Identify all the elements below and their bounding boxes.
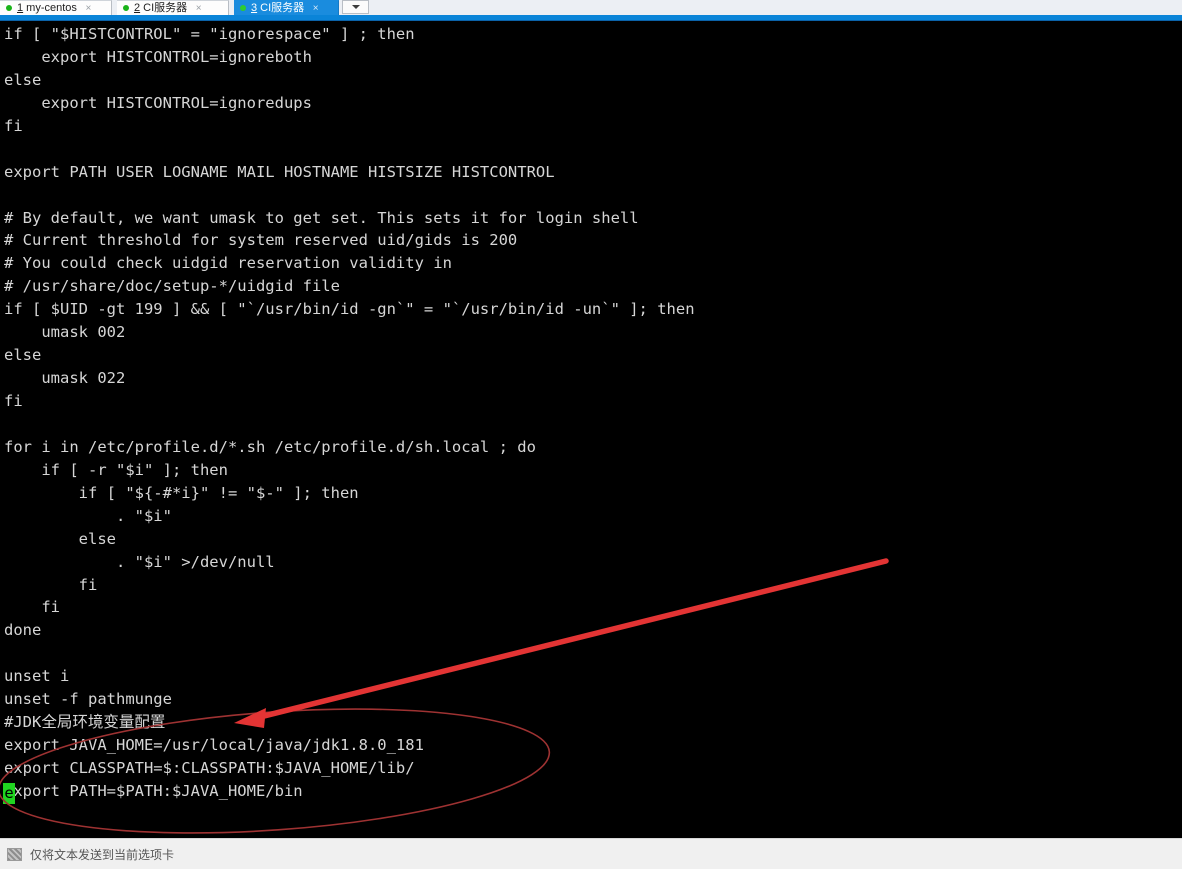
terminal-line: . "$i"	[4, 506, 172, 525]
tab-status-dot-icon	[123, 5, 129, 11]
terminal-line: # /usr/share/doc/setup-*/uidgid file	[4, 277, 340, 296]
status-bar: 仅将文本发送到当前选项卡	[0, 838, 1182, 869]
terminal-line: # By default, we want umask to get set. …	[4, 208, 639, 227]
terminal-line: export HISTCONTROL=ignoredups	[4, 93, 312, 112]
tab-title: CI服务器	[257, 1, 305, 14]
terminal-line: else	[4, 70, 42, 89]
tab-ci-server-2[interactable]: 2 CI服务器 ×	[117, 0, 229, 15]
terminal-output-pane[interactable]: if [ "$HISTCONTROL" = "ignorespace" ] ; …	[0, 21, 1182, 838]
terminal-line: export CLASSPATH=$:CLASSPATH:$JAVA_HOME/…	[4, 759, 415, 777]
terminal-cursor-char: e	[4, 784, 14, 802]
tab-ci-server-3[interactable]: 3 CI服务器 ×	[234, 0, 339, 15]
terminal-line: # You could check uidgid reservation val…	[4, 254, 452, 273]
terminal-line: if [ $UID -gt 199 ] && [ "`/usr/bin/id -…	[4, 300, 695, 319]
terminal-line: #JDK全局环境变量配置	[4, 713, 166, 732]
terminal-line: for i in /etc/profile.d/*.sh /etc/profil…	[4, 437, 536, 456]
send-to-tab-icon	[7, 847, 22, 861]
terminal-line: if [ "${-#*i}" != "$-" ]; then	[4, 483, 359, 502]
tab-close-icon[interactable]: ×	[84, 3, 93, 14]
tab-label: 2 CI服务器	[134, 1, 188, 14]
caret-down-icon	[351, 5, 360, 9]
tab-bar: 1 my-centos × 2 CI服务器 × 3 CI服务器 ×	[0, 0, 1182, 15]
terminal-line: umask 022	[4, 369, 126, 388]
tab-bar-empty-area	[369, 0, 1182, 15]
tab-close-icon[interactable]: ×	[194, 3, 203, 14]
tab-label: 3 CI服务器	[251, 1, 305, 14]
terminal-line: if [ "$HISTCONTROL" = "ignorespace" ] ; …	[4, 25, 415, 43]
terminal-text-block: if [ "$HISTCONTROL" = "ignorespace" ] ; …	[0, 21, 1182, 804]
tab-label: 1 my-centos	[17, 1, 77, 14]
tab-close-icon[interactable]: ×	[311, 3, 320, 14]
terminal-line: unset -f pathmunge	[4, 690, 172, 709]
terminal-line: export JAVA_HOME=/usr/local/java/jdk1.8.…	[4, 736, 424, 755]
terminal-line: if [ -r "$i" ]; then	[4, 460, 228, 479]
tab-title: CI服务器	[140, 1, 188, 14]
terminal-line: export HISTCONTROL=ignoreboth	[4, 47, 312, 66]
tab-status-dot-icon	[240, 5, 246, 11]
terminal-line: fi	[4, 598, 60, 617]
terminal-line: fi	[4, 575, 98, 594]
terminal-line: export PATH USER LOGNAME MAIL HOSTNAME H…	[4, 162, 555, 181]
tab-status-dot-icon	[6, 5, 12, 11]
status-bar-text: 仅将文本发送到当前选项卡	[30, 847, 175, 862]
new-tab-button[interactable]	[342, 0, 369, 14]
terminal-line: # Current threshold for system reserved …	[4, 231, 518, 250]
terminal-line: done	[4, 621, 42, 640]
terminal-line: fi	[4, 392, 23, 410]
terminal-cursor: e	[3, 783, 15, 804]
terminal-line: else	[4, 346, 42, 365]
tab-title: my-centos	[23, 1, 77, 14]
tab-my-centos[interactable]: 1 my-centos ×	[0, 0, 112, 15]
terminal-line: umask 002	[4, 323, 126, 342]
terminal-line: . "$i" >/dev/null	[4, 552, 275, 571]
terminal-line: fi	[4, 116, 23, 135]
terminal-app-window: 1 my-centos × 2 CI服务器 × 3 CI服务器 × if [ "…	[0, 0, 1182, 869]
terminal-line: unset i	[4, 667, 70, 686]
terminal-line: export PATH=$PATH:$JAVA_HOME/bin	[4, 781, 303, 800]
terminal-line: else	[4, 529, 116, 548]
